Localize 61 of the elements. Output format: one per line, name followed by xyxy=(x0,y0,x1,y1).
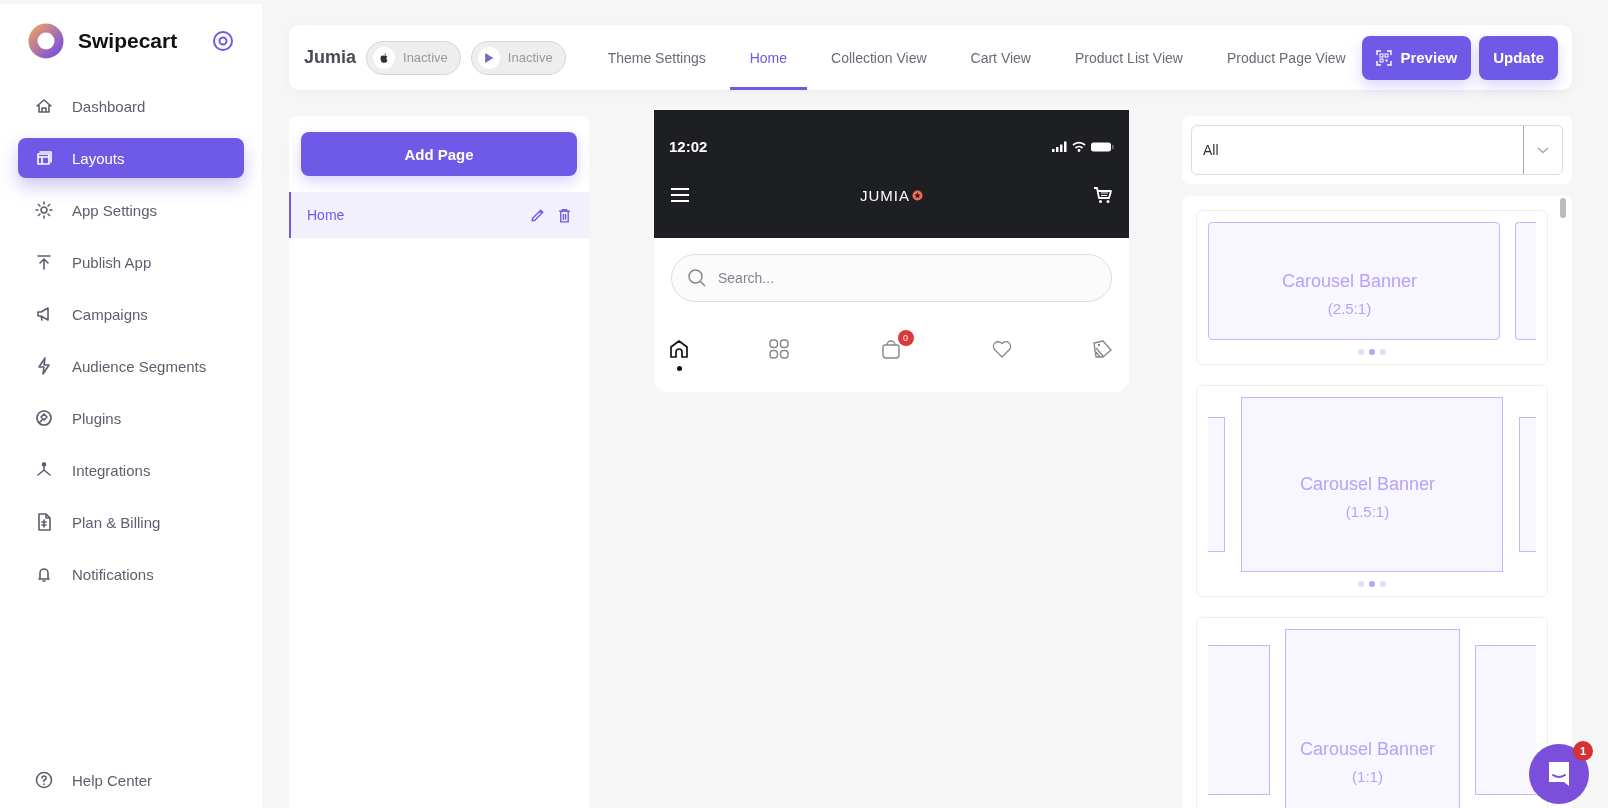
help-center-link[interactable]: Help Center xyxy=(18,760,244,800)
tag-icon xyxy=(1091,338,1113,360)
sidebar-item[interactable]: Integrations xyxy=(18,450,244,490)
platform-status-badge: Inactive xyxy=(470,40,566,75)
chevron-down-icon xyxy=(1536,145,1550,155)
view-tab[interactable]: Home xyxy=(729,25,808,90)
scrollbar-thumb[interactable] xyxy=(1560,198,1566,218)
signal-icon xyxy=(1052,141,1067,152)
filter-select[interactable]: All xyxy=(1191,125,1563,175)
battery-icon xyxy=(1091,141,1114,152)
bag-icon xyxy=(879,338,902,360)
heart-icon xyxy=(991,338,1014,360)
grid-icon xyxy=(767,338,790,360)
search-field[interactable]: Search... xyxy=(671,254,1112,302)
sidebar-item[interactable]: Publish App xyxy=(18,242,244,282)
banner-ratio: (1:1) xyxy=(1352,767,1383,785)
trash-icon[interactable] xyxy=(556,206,573,224)
banner-title: Carousel Banner xyxy=(1299,474,1436,495)
view-tab[interactable]: Product Page View xyxy=(1224,25,1348,90)
sidebar-item[interactable]: App Settings xyxy=(18,190,244,230)
sidebar-item[interactable]: Plan & Billing xyxy=(18,502,244,542)
sidebar-item[interactable]: Layouts xyxy=(18,138,244,178)
platform-status-badge: Inactive xyxy=(366,40,461,75)
update-button[interactable]: Update xyxy=(1479,35,1558,80)
count-badge: 0 xyxy=(897,330,914,346)
store-name: Jumia xyxy=(304,47,357,68)
logo-icon xyxy=(28,23,64,59)
add-page-button[interactable]: Add Page xyxy=(301,132,577,176)
page-list-item[interactable]: Home xyxy=(289,192,589,238)
wifi-icon xyxy=(1072,141,1086,152)
pagination-dots xyxy=(1357,580,1387,588)
sidebar-item[interactable]: Campaigns xyxy=(18,294,244,334)
sidebar-item[interactable]: Audience Segments xyxy=(18,346,244,386)
home-icon xyxy=(668,338,690,360)
sidebar-item[interactable]: Notifications xyxy=(18,554,244,594)
bag-tab[interactable]: 0 xyxy=(867,330,914,378)
brand-name: Swipecart xyxy=(78,29,179,53)
help-icon xyxy=(34,770,54,790)
pencil-icon[interactable] xyxy=(529,206,546,224)
view-tab[interactable]: Theme Settings xyxy=(605,25,708,90)
sidebar-item[interactable]: Dashboard xyxy=(18,86,244,126)
banner-title: Carousel Banner xyxy=(1299,738,1436,760)
view-tab[interactable]: Cart View xyxy=(968,25,1033,90)
view-tab[interactable]: Collection View xyxy=(829,25,929,90)
cart-icon[interactable] xyxy=(1093,185,1113,205)
pagination-dots xyxy=(1357,348,1387,356)
qr-code-icon xyxy=(1376,49,1393,66)
banner-title: Carousel Banner xyxy=(1281,270,1418,292)
notification-badge: 1 xyxy=(1573,741,1593,761)
store-logo-text: JUMIA xyxy=(860,186,910,204)
active-dot xyxy=(676,366,682,371)
banner-ratio: (1.5:1) xyxy=(1345,503,1390,520)
banner-ratio: (2.5:1) xyxy=(1327,299,1372,317)
view-tab[interactable]: Product List View xyxy=(1073,25,1185,90)
status-time: 12:02 xyxy=(669,138,708,155)
page-name: Home xyxy=(307,207,346,223)
star-badge-icon xyxy=(912,189,923,201)
preview-button[interactable]: Preview xyxy=(1362,35,1472,80)
sidebar-item[interactable]: Plugins xyxy=(18,398,244,438)
target-icon[interactable] xyxy=(212,30,234,52)
search-icon xyxy=(687,268,707,288)
